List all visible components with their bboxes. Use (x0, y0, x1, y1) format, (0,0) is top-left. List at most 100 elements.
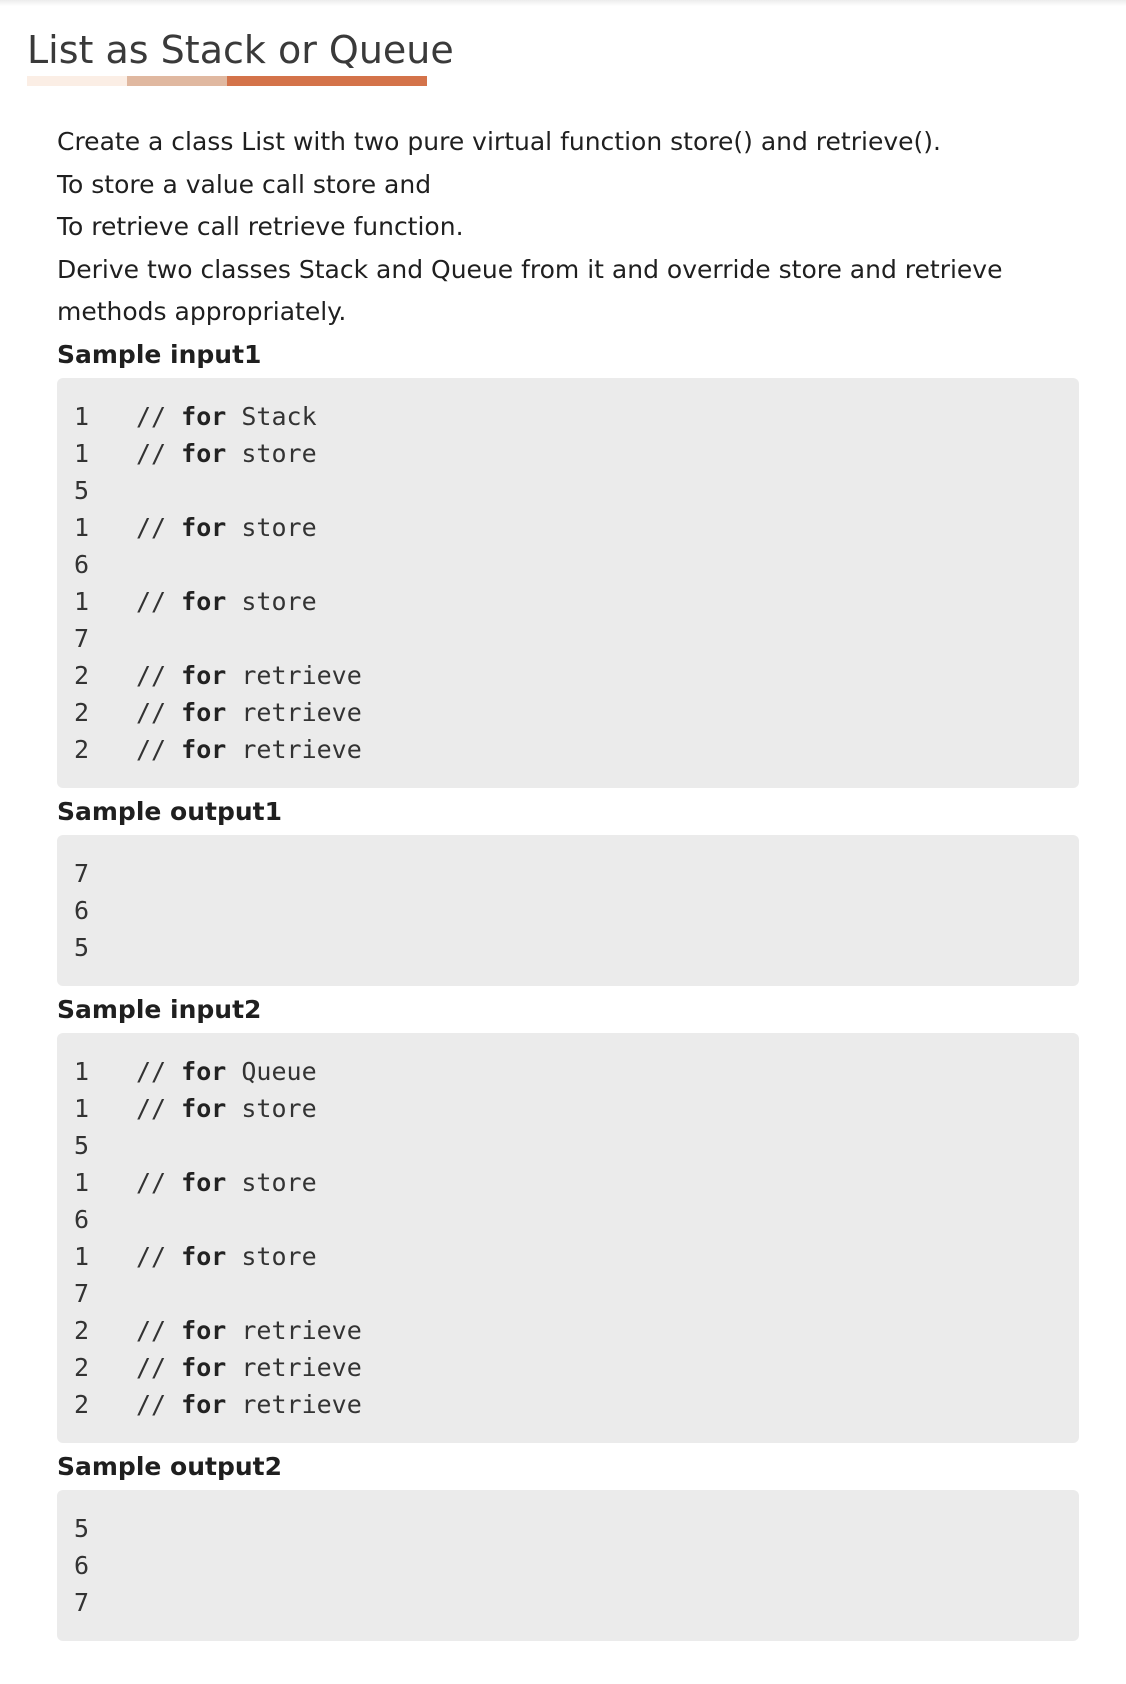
comment-text: store (226, 1093, 317, 1123)
comment-prefix: // (136, 1315, 182, 1345)
description-line-2: To store a value call store and (57, 169, 432, 199)
code-line: 2 // for retrieve (74, 657, 1053, 694)
input-value: 7 (74, 623, 90, 653)
code-line: 6 (74, 546, 1053, 583)
description-line-3: To retrieve call retrieve function. (57, 212, 464, 242)
description-line-1: Create a class List with two pure virtua… (57, 127, 941, 156)
sample-input2-label: Sample input2 (57, 994, 262, 1024)
code-line: 6 (74, 1201, 1053, 1238)
code-line: 2 // for retrieve (74, 731, 1053, 768)
input-value: 7 (74, 1278, 90, 1308)
code-line: 1 // for Stack (74, 398, 1053, 435)
description-line-4: Derive two classes Stack and Queue from … (57, 254, 1003, 327)
input-value: 1 (74, 438, 90, 468)
output-line: 7 (74, 1587, 90, 1617)
page-title: List as Stack or Queue (27, 28, 454, 72)
code-line: 2 // for retrieve (74, 1386, 1053, 1423)
output-line: 7 (74, 858, 90, 888)
code-line: 1 // for Queue (74, 1053, 1053, 1090)
code-line: 1 // for store (74, 1090, 1053, 1127)
comment-keyword: for (181, 1352, 227, 1382)
code-line: 1 // for store (74, 1238, 1053, 1275)
comment-text: retrieve (226, 1315, 362, 1345)
comment-keyword: for (181, 734, 227, 764)
sample-output1-label: Sample output1 (57, 796, 283, 826)
comment-text: retrieve (226, 1389, 362, 1419)
comment-text: retrieve (226, 697, 362, 727)
code-line: 1 // for store (74, 1164, 1053, 1201)
underline-segment-2 (127, 76, 227, 86)
code-line: 7 (74, 1275, 1053, 1312)
comment-prefix: // (136, 1093, 182, 1123)
input-value: 6 (74, 549, 90, 579)
comment-text: retrieve (226, 1352, 362, 1382)
comment-prefix: // (136, 401, 182, 431)
underline-segment-3 (227, 76, 427, 86)
comment-keyword: for (181, 401, 227, 431)
comment-text: Stack (226, 401, 317, 431)
input-value: 6 (74, 1204, 90, 1234)
comment-keyword: for (181, 1389, 227, 1419)
input-value: 2 (74, 660, 90, 690)
comment-prefix: // (136, 697, 182, 727)
code-line: 1 // for store (74, 435, 1053, 472)
code-line: 7 (74, 620, 1053, 657)
code-line: 2 // for retrieve (74, 1349, 1053, 1386)
input-value: 5 (74, 475, 90, 505)
input-value: 2 (74, 1352, 90, 1382)
comment-text: store (226, 1167, 317, 1197)
input-value: 1 (74, 1241, 90, 1271)
comment-prefix: // (136, 1241, 182, 1271)
sample-output1-code-block: 7 6 5 (57, 834, 1079, 986)
comment-keyword: for (181, 1241, 227, 1271)
input-value: 1 (74, 1056, 90, 1086)
comment-prefix: // (136, 1352, 182, 1382)
title-underline (27, 76, 427, 86)
sample-input2-code-block: 1 // for Queue 1 // for store 5 1 // for store… (57, 1032, 1079, 1443)
comment-prefix: // (136, 1167, 182, 1197)
problem-content: Create a class List with two pure virtua… (57, 121, 1079, 1641)
output-line: 6 (74, 1550, 90, 1580)
underline-segment-1 (27, 76, 127, 86)
code-line: 1 // for store (74, 509, 1053, 546)
output-line: 6 (74, 895, 90, 925)
comment-text: store (226, 586, 317, 616)
comment-prefix: // (136, 734, 182, 764)
output-line: 5 (74, 932, 90, 962)
comment-text: store (226, 512, 317, 542)
input-value: 2 (74, 697, 90, 727)
input-value: 2 (74, 1389, 90, 1419)
sample-input1-label: Sample input1 (57, 339, 262, 369)
comment-prefix: // (136, 438, 182, 468)
comment-keyword: for (181, 1093, 227, 1123)
comment-keyword: for (181, 438, 227, 468)
comment-keyword: for (181, 512, 227, 542)
code-line: 1 // for store (74, 583, 1053, 620)
comment-keyword: for (181, 1315, 227, 1345)
comment-keyword: for (181, 1056, 227, 1086)
input-value: 1 (74, 1093, 90, 1123)
comment-text: Queue (226, 1056, 317, 1086)
comment-keyword: for (181, 660, 227, 690)
code-line: 2 // for retrieve (74, 694, 1053, 731)
input-value: 5 (74, 1130, 90, 1160)
comment-prefix: // (136, 1389, 182, 1419)
input-value: 2 (74, 734, 90, 764)
comment-prefix: // (136, 1056, 182, 1086)
comment-text: retrieve (226, 734, 362, 764)
comment-prefix: // (136, 512, 182, 542)
comment-text: store (226, 1241, 317, 1271)
input-value: 1 (74, 586, 90, 616)
input-value: 1 (74, 401, 90, 431)
sample-output2-code-block: 5 6 7 (57, 1489, 1079, 1641)
comment-prefix: // (136, 586, 182, 616)
comment-keyword: for (181, 1167, 227, 1197)
code-line: 5 (74, 472, 1053, 509)
comment-text: store (226, 438, 317, 468)
sample-output2-label: Sample output2 (57, 1451, 283, 1481)
input-value: 1 (74, 512, 90, 542)
top-shadow (0, 0, 1126, 6)
output-line: 5 (74, 1513, 90, 1543)
comment-text: retrieve (226, 660, 362, 690)
comment-keyword: for (181, 697, 227, 727)
